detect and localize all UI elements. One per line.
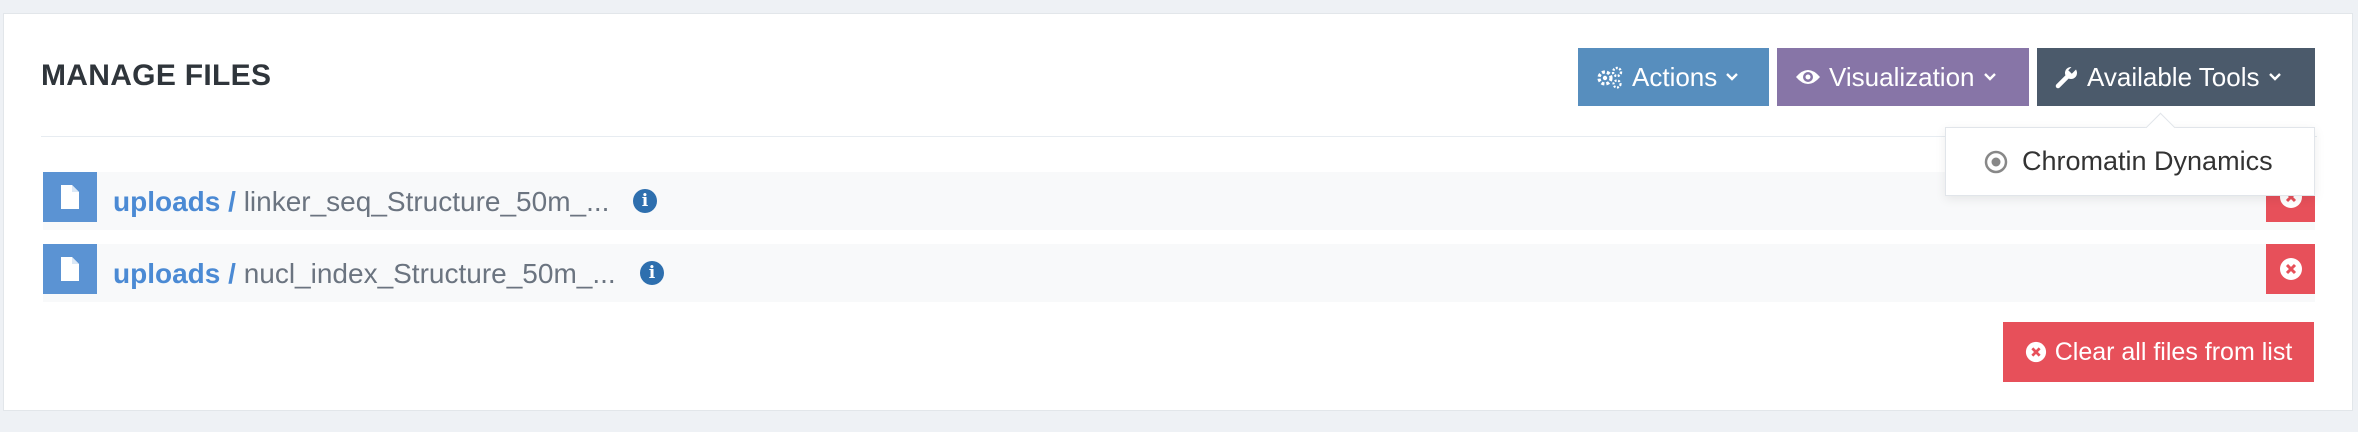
info-icon[interactable]: i	[633, 189, 657, 213]
file-row: uploads / nucl_index_Structure_50m_... i	[43, 244, 2315, 302]
page-title: MANAGE FILES	[41, 59, 272, 92]
remove-icon	[2279, 258, 2302, 280]
file-name-text: nucl_index_Structure_50m_...	[243, 258, 616, 289]
chevron-down-icon	[1726, 73, 1739, 81]
available-tools-menu: Chromatin Dynamics	[1945, 112, 2315, 196]
actions-button[interactable]: Actions	[1578, 48, 1769, 106]
eye-icon	[1796, 70, 1820, 84]
clear-all-files-button[interactable]: Clear all files from list	[2003, 322, 2314, 382]
actions-label: Actions	[1632, 61, 1718, 92]
chevron-down-icon	[1983, 73, 1996, 81]
file-icon	[43, 244, 97, 294]
file-name-text: linker_seq_Structure_50m_...	[243, 186, 610, 217]
visualization-label: Visualization	[1829, 61, 1975, 92]
wrench-icon	[2055, 65, 2077, 89]
file-folder: uploads /	[113, 258, 236, 289]
file-icon	[43, 172, 97, 222]
menu-item-chromatin-dynamics[interactable]: Chromatin Dynamics	[2022, 146, 2273, 177]
gears-icon	[1597, 66, 1623, 89]
chevron-down-icon	[2268, 73, 2281, 81]
available-tools-label: Available Tools	[2087, 61, 2260, 92]
visualization-button[interactable]: Visualization	[1777, 48, 2029, 106]
file-folder: uploads /	[113, 186, 236, 217]
file-name[interactable]: uploads / linker_seq_Structure_50m_...	[113, 186, 609, 218]
available-tools-button[interactable]: Available Tools	[2037, 48, 2315, 106]
circle-dot-icon	[1984, 150, 2008, 173]
file-name[interactable]: uploads / nucl_index_Structure_50m_...	[113, 258, 616, 290]
remove-icon	[2025, 341, 2046, 363]
info-icon[interactable]: i	[640, 261, 664, 285]
remove-file-button[interactable]	[2266, 244, 2315, 294]
clear-all-label: Clear all files from list	[2054, 337, 2293, 366]
